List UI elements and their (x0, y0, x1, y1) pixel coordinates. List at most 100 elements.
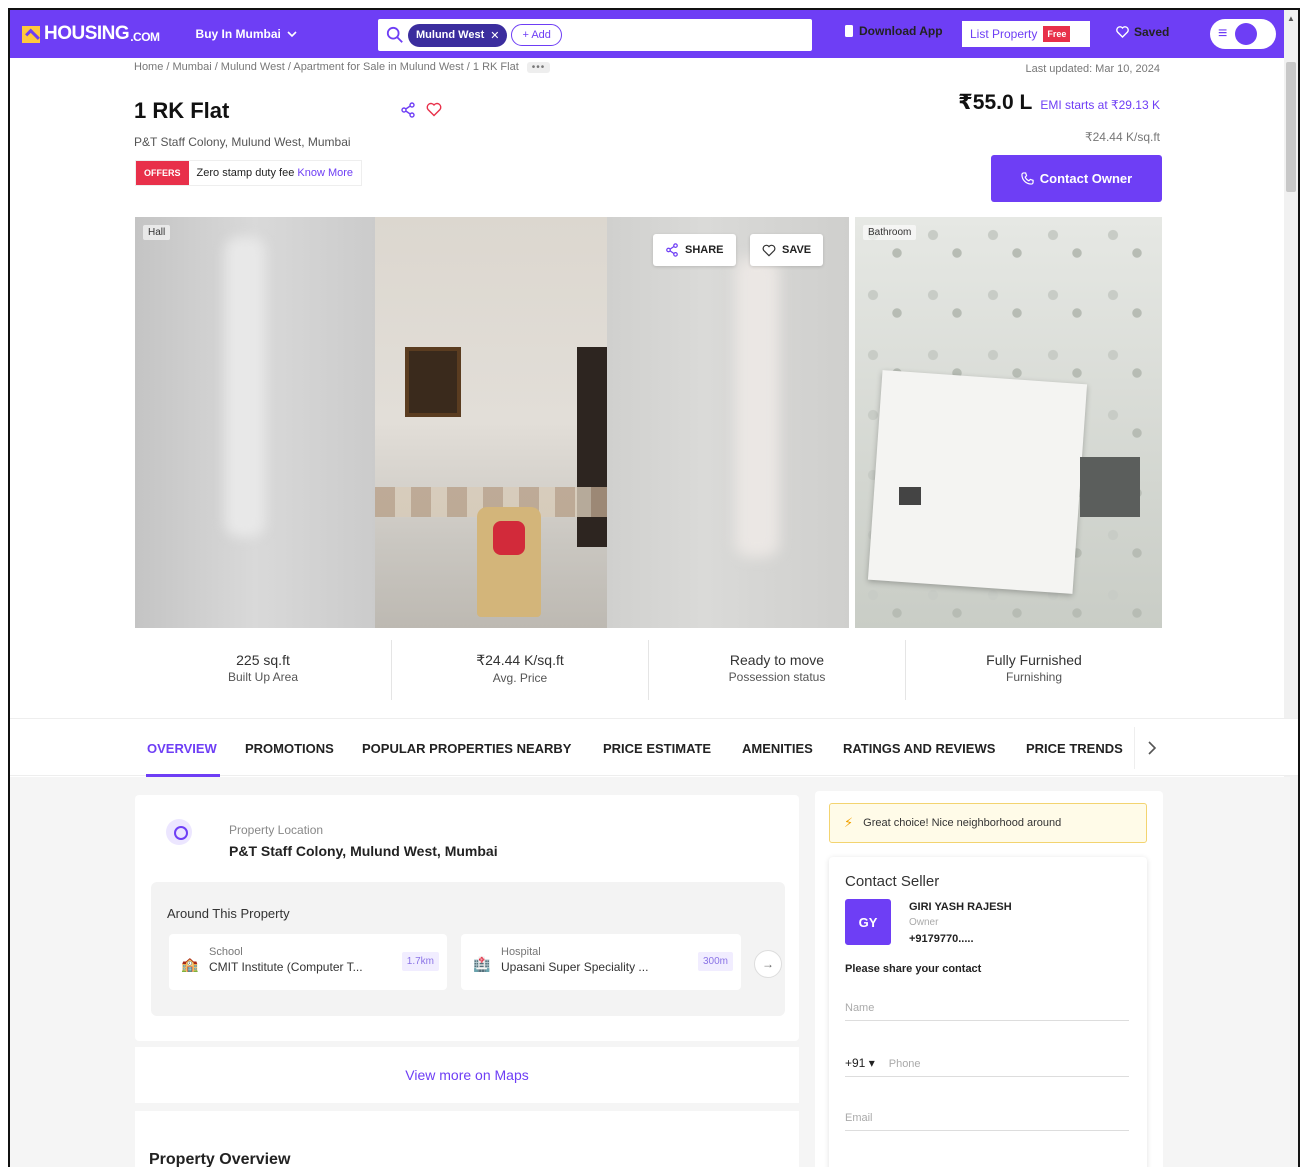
email-placeholder: Email (845, 1112, 873, 1124)
offer-text: Zero stamp duty fee Know More (189, 167, 362, 179)
great-choice-text: Great choice! Nice neighborhood around (863, 817, 1062, 829)
property-highlights: 225 sq.ft Built Up Area ₹24.44 K/sq.ft A… (135, 640, 1162, 700)
phone-placeholder: Phone (888, 1058, 921, 1070)
emi-link[interactable]: EMI starts at ₹29.13 K (1040, 98, 1160, 112)
country-code-select[interactable]: +91 ▾ (845, 1056, 875, 1070)
view-maps-card: View more on Maps (135, 1047, 799, 1103)
photo-gallery: Hall SHARE SAVE Bathroom (135, 217, 1162, 628)
view-more-maps-link[interactable]: View more on Maps (405, 1067, 528, 1083)
bathroom-photo[interactable]: Bathroom (855, 217, 1162, 628)
around-title: Around This Property (167, 906, 290, 921)
breadcrumb-path[interactable]: Home / Mumbai / Mulund West / Apartment … (134, 61, 519, 73)
logo-suffix: .COM (130, 29, 160, 44)
list-property-label: List Property (970, 27, 1038, 41)
share-contact-prompt: Please share your contact (845, 963, 982, 975)
offer-description: Zero stamp duty fee (196, 167, 295, 179)
price-block: ₹55.0 L EMI starts at ₹29.13 K (958, 90, 1160, 115)
stat-label: Avg. Price (492, 671, 548, 685)
download-app-label: Download App (859, 24, 943, 38)
offer-tag: OFFERS (136, 161, 189, 185)
saved-label: Saved (1134, 25, 1170, 39)
heart-icon[interactable] (426, 102, 442, 117)
page-title: 1 RK Flat (134, 98, 230, 123)
around-property-panel: Around This Property 🏫 School CMIT Insti… (151, 882, 785, 1016)
seller-name: GIRI YASH RAJESH (909, 901, 1012, 913)
save-button[interactable]: SAVE (750, 234, 824, 266)
location-value: P&T Staff Colony, Mulund West, Mumbai (229, 843, 498, 859)
user-menu-button[interactable]: ≡ (1210, 19, 1276, 49)
hospital-icon: 🏥 (473, 956, 491, 972)
poi-name: Upasani Super Speciality ... (501, 960, 649, 974)
add-locality-button[interactable]: + Add (511, 24, 562, 46)
name-field[interactable]: Name (845, 987, 1129, 1021)
download-app-link[interactable]: Download App (844, 24, 943, 38)
property-overview-card: Property Overview (135, 1111, 799, 1167)
property-address: P&T Staff Colony, Mulund West, Mumbai (134, 135, 351, 149)
tabs-next-button[interactable] (1134, 727, 1168, 769)
details-section: Property Location P&T Staff Colony, Mulu… (10, 777, 1290, 1167)
hamburger-icon: ≡ (1218, 25, 1228, 42)
price-value: ₹55.0 L (958, 91, 1033, 114)
scrollbar-thumb[interactable] (1286, 62, 1296, 192)
stat-built-up-area: 225 sq.ft Built Up Area (135, 640, 392, 700)
heart-icon (1116, 26, 1129, 38)
offer-banner: OFFERS Zero stamp duty fee Know More (135, 160, 363, 186)
school-icon: 🏫 (181, 956, 199, 972)
poi-card-hospital[interactable]: 🏥 Hospital Upasani Super Speciality ... … (461, 934, 741, 990)
last-updated: Last updated: Mar 10, 2024 (1025, 63, 1160, 75)
share-button[interactable]: SHARE (653, 234, 736, 266)
search-bar[interactable]: Mulund West ✕ + Add (378, 19, 812, 51)
know-more-link[interactable]: Know More (297, 167, 353, 179)
bathroom-photo-label: Bathroom (863, 225, 917, 240)
free-badge: Free (1043, 26, 1071, 42)
lightning-icon: ⚡ (844, 815, 854, 830)
contact-owner-label: Contact Owner (1039, 171, 1133, 186)
scroll-up-icon[interactable]: ▲ (1287, 14, 1295, 23)
location-pin-icon (166, 819, 192, 845)
section-tabs: OVERVIEW PROMOTIONS POPULAR PROPERTIES N… (10, 718, 1298, 777)
phone-field[interactable]: +91 ▾ Phone (845, 1043, 1129, 1077)
hall-photo[interactable]: Hall SHARE SAVE (135, 217, 849, 628)
logo-mark-icon (22, 25, 40, 43)
stat-value: ₹24.44 K/sq.ft (476, 652, 564, 668)
stat-label: Possession status (728, 670, 826, 684)
name-placeholder: Name (845, 1002, 875, 1014)
poi-card-school[interactable]: 🏫 School CMIT Institute (Computer T... 1… (169, 934, 447, 990)
close-icon[interactable]: ✕ (490, 29, 499, 42)
contact-owner-button[interactable]: Contact Owner (991, 155, 1162, 202)
stat-value: 225 sq.ft (236, 652, 290, 668)
stat-furnishing: Fully Furnished Furnishing (906, 640, 1162, 700)
saved-link[interactable]: Saved (1116, 25, 1169, 39)
caret-down-icon: ▾ (868, 1056, 875, 1070)
property-overview-title: Property Overview (149, 1151, 291, 1167)
email-field[interactable]: Email (845, 1097, 1129, 1131)
stat-value: Fully Furnished (986, 652, 1082, 668)
tab-promotions[interactable]: PROMOTIONS (245, 741, 334, 756)
tab-price-estimate[interactable]: PRICE ESTIMATE (603, 741, 711, 756)
tab-ratings-reviews[interactable]: RATINGS AND REVIEWS (843, 741, 995, 756)
share-icon (666, 243, 678, 257)
buy-in-dropdown[interactable]: Buy In Mumbai (196, 27, 297, 41)
tab-overview[interactable]: OVERVIEW (147, 741, 217, 756)
great-choice-banner: ⚡ Great choice! Nice neighborhood around (829, 803, 1147, 843)
logo-text: HOUSING (44, 23, 130, 44)
tab-price-trends[interactable]: PRICE TRENDS (1026, 741, 1123, 756)
stat-label: Built Up Area (227, 670, 299, 684)
poi-next-button[interactable]: → (754, 950, 782, 978)
stat-value: Ready to move (729, 652, 825, 668)
housing-logo[interactable]: HOUSING .COM (22, 23, 160, 45)
tab-amenities[interactable]: AMENITIES (742, 741, 813, 756)
seller-avatar: GY (845, 899, 891, 945)
list-property-button[interactable]: List Property Free (962, 21, 1090, 47)
title-actions (400, 102, 442, 118)
share-icon[interactable] (400, 102, 416, 118)
locality-chip[interactable]: Mulund West ✕ (408, 23, 508, 47)
tab-popular-properties[interactable]: POPULAR PROPERTIES NEARBY (362, 741, 571, 756)
contact-sidebar: ⚡ Great choice! Nice neighborhood around… (815, 791, 1163, 1167)
stat-possession: Ready to move Possession status (649, 640, 906, 700)
breadcrumb-more-button[interactable]: ••• (526, 61, 551, 73)
stat-avg-price: ₹24.44 K/sq.ft Avg. Price (392, 640, 649, 700)
poi-name: CMIT Institute (Computer T... (209, 960, 363, 974)
phone-call-icon (1021, 172, 1034, 185)
stat-label: Furnishing (1005, 670, 1063, 684)
